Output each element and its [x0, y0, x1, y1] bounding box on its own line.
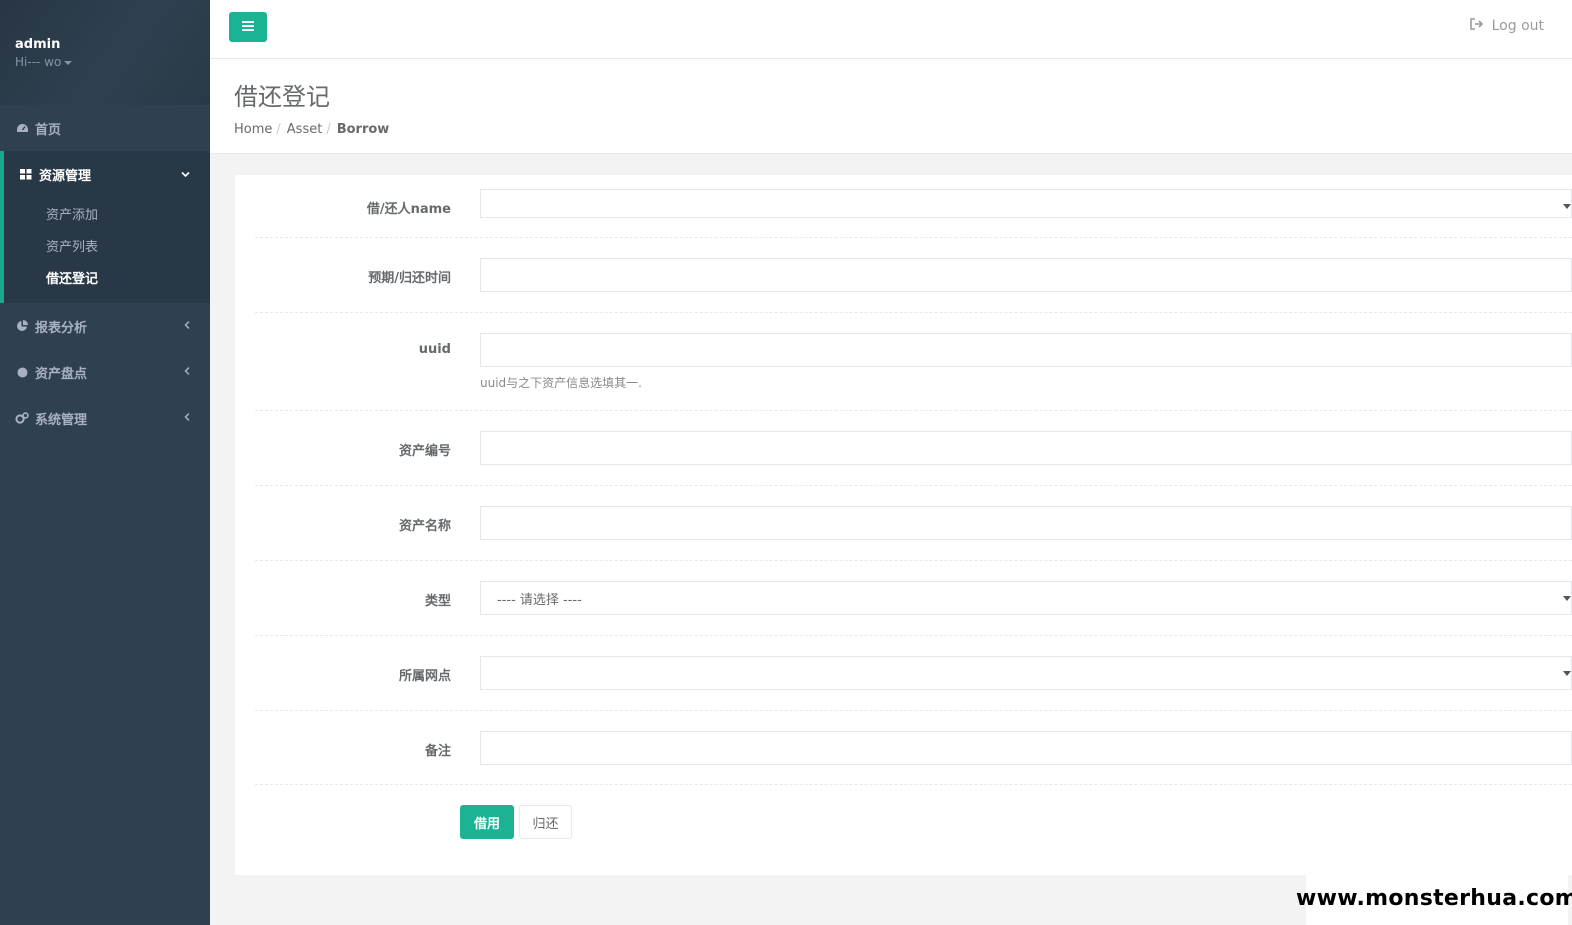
sidebar: admin Hi--- wo 首页 资源管理 资产添加 资产列表 借还登记 报表…	[0, 0, 210, 925]
profile-role-dropdown[interactable]: Hi--- wo	[15, 55, 195, 69]
sidebar-item-label: 首页	[35, 122, 62, 138]
profile-role-label: Hi--- wo	[15, 55, 62, 69]
sidebar-item-label: 资产盘点	[35, 366, 88, 382]
breadcrumb-separator: /	[276, 122, 281, 137]
sidebar-item-inventory[interactable]: 资产盘点	[0, 349, 210, 395]
chevron-left-icon	[184, 412, 190, 425]
logout-link[interactable]: Log out	[1469, 18, 1544, 34]
submenu-item-asset-list[interactable]: 资产列表	[4, 229, 210, 261]
borrow-form-panel: 借/还人name 预期/归还时间 uuid uuid与之下资产信息选填其一. 资…	[235, 175, 1572, 875]
grid-icon	[19, 167, 33, 181]
uuid-input[interactable]	[480, 333, 1572, 367]
submenu-item-borrow[interactable]: 借还登记	[4, 261, 210, 293]
sidebar-item-reports[interactable]: 报表分析	[0, 303, 210, 349]
chevron-left-icon	[184, 320, 190, 333]
asset-no-input[interactable]	[480, 431, 1572, 465]
chevron-down-icon	[181, 168, 190, 181]
branch-select[interactable]	[480, 656, 1572, 690]
uuid-help-text: uuid与之下资产信息选填其一.	[480, 376, 642, 390]
form-row-asset-no: 资产编号	[255, 411, 1572, 486]
remark-input[interactable]	[480, 731, 1572, 765]
breadcrumb-current: Borrow	[336, 122, 390, 137]
gears-icon	[15, 411, 29, 425]
page-title: 借还登记	[234, 83, 330, 111]
profile-header: admin Hi--- wo	[0, 0, 210, 105]
asset-no-label: 资产编号	[398, 444, 451, 459]
form-row-time: 预期/归还时间	[255, 238, 1572, 313]
form-row-uuid: uuid uuid与之下资产信息选填其一.	[255, 313, 1572, 411]
sign-out-icon	[1469, 18, 1484, 34]
breadcrumb-separator: /	[326, 122, 331, 137]
borrower-select[interactable]	[480, 189, 1572, 218]
form-row-branch: 所属网点	[255, 636, 1572, 711]
time-label: 预期/归还时间	[368, 271, 451, 286]
sidebar-item-asset-management[interactable]: 资源管理	[0, 151, 210, 197]
uuid-label: uuid	[418, 342, 451, 357]
branch-label: 所属网点	[398, 669, 451, 684]
top-navbar: Log out	[210, 0, 1572, 59]
form-row-type: 类型 ---- 请选择 ----	[255, 561, 1572, 636]
breadcrumb: Home / Asset / Borrow	[234, 122, 1572, 137]
logout-label: Log out	[1491, 18, 1544, 34]
sidebar-item-label: 系统管理	[35, 412, 88, 428]
profile-name: admin	[15, 37, 61, 52]
circle-icon	[15, 365, 29, 379]
hamburger-icon	[242, 20, 254, 35]
type-select-value: ---- 请选择 ----	[497, 592, 582, 608]
return-button[interactable]: 归还	[519, 805, 572, 839]
breadcrumb-home[interactable]: Home	[234, 122, 272, 137]
page-heading: 借还登记 Home / Asset / Borrow	[210, 59, 1572, 154]
submenu-item-asset-add[interactable]: 资产添加	[4, 197, 210, 229]
asset-submenu: 资产添加 资产列表 借还登记	[0, 197, 210, 303]
breadcrumb-asset[interactable]: Asset	[287, 122, 323, 137]
asset-name-label: 资产名称	[398, 519, 451, 534]
caret-down-icon	[64, 60, 73, 65]
sidebar-item-home[interactable]: 首页	[0, 105, 210, 151]
sidebar-item-system[interactable]: 系统管理	[0, 395, 210, 441]
remark-label: 备注	[424, 744, 451, 759]
asset-name-input[interactable]	[480, 506, 1572, 540]
sidebar-item-label: 资源管理	[39, 168, 92, 184]
sidebar-item-label: 报表分析	[35, 320, 88, 336]
form-row-remark: 备注	[255, 711, 1572, 785]
dashboard-icon	[15, 121, 29, 135]
type-label: 类型	[424, 594, 451, 609]
type-select[interactable]: ---- 请选择 ----	[480, 581, 1572, 615]
chevron-left-icon	[184, 366, 190, 379]
pie-chart-icon	[15, 319, 29, 333]
time-input[interactable]	[480, 258, 1572, 292]
form-row-borrower: 借/还人name	[255, 175, 1572, 238]
form-row-asset-name: 资产名称	[255, 486, 1572, 561]
borrower-label: 借/还人name	[366, 202, 451, 217]
menu-toggle-button[interactable]	[229, 12, 267, 42]
watermark-text: www.monsterhua.com	[1296, 872, 1572, 925]
borrow-button[interactable]: 借用	[460, 805, 514, 839]
